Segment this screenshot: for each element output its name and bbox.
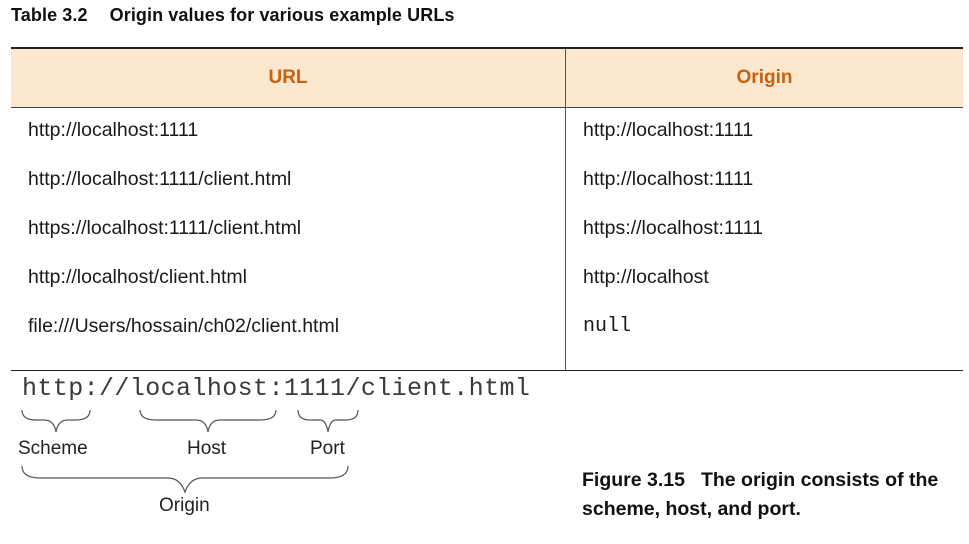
table-caption: Table 3.2 Origin values for various examp… (11, 5, 455, 26)
origin-brace (21, 465, 349, 494)
table-cell-origin: http://localhost (583, 266, 709, 288)
table-title: Origin values for various example URLs (109, 5, 455, 25)
origin-table: URL Origin http://localhost:1111 http://… (11, 47, 963, 371)
table-cell-origin-null: null (583, 315, 632, 338)
table-cell-url: https://localhost:1111/client.html (28, 217, 302, 239)
table-cell-url: http://localhost:1111/client.html (28, 168, 292, 190)
host-brace (139, 409, 277, 433)
url-column: http://localhost:1111 http://localhost:1… (11, 108, 566, 370)
table-cell-url: http://localhost:1111 (28, 119, 199, 141)
table-header-row: URL Origin (11, 49, 963, 108)
column-header-url: URL (11, 49, 566, 107)
table-cell-origin: http://localhost:1111 (583, 119, 754, 141)
figure-number: Figure 3.15 (582, 469, 685, 491)
table-cell-url: file:///Users/hossain/ch02/client.html (28, 315, 340, 337)
table-cell-origin: https://localhost:1111 (583, 217, 763, 239)
scheme-label: Scheme (18, 438, 88, 459)
figure-caption: Figure 3.15 The origin consists of the sc… (582, 466, 962, 524)
port-brace (297, 409, 359, 433)
table-number: Table 3.2 (11, 5, 88, 25)
table-cell-origin: http://localhost:1111 (583, 168, 754, 190)
table-body: http://localhost:1111 http://localhost:1… (11, 108, 963, 370)
scheme-brace (21, 409, 91, 433)
port-label: Port (310, 438, 345, 459)
figure-url-text: http://localhost:1111/client.html (22, 374, 531, 403)
origin-label: Origin (159, 495, 210, 516)
host-label: Host (187, 438, 227, 459)
table-cell-url: http://localhost/client.html (28, 266, 247, 288)
column-header-origin: Origin (736, 67, 793, 88)
origin-column: http://localhost:1111 http://localhost:1… (566, 108, 963, 370)
